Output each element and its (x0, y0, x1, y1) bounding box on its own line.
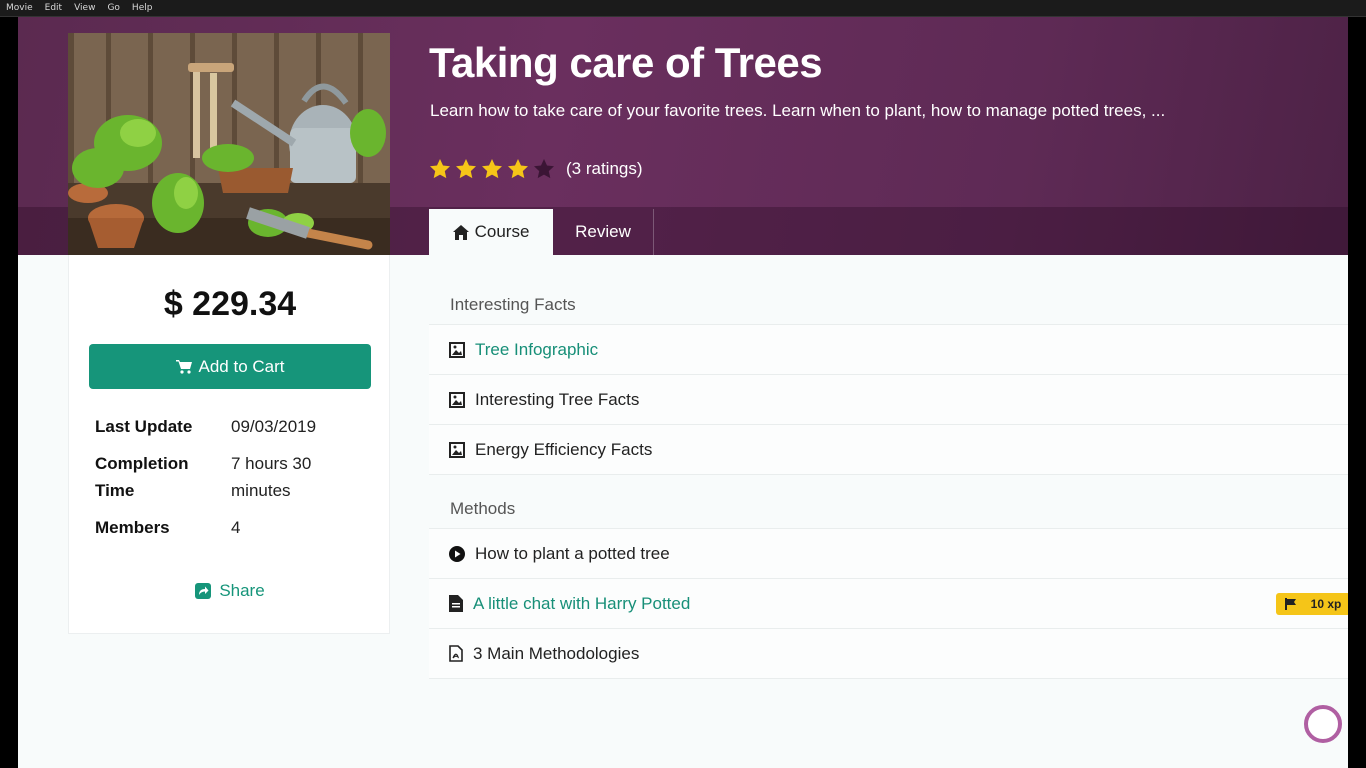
item-label[interactable]: Tree Infographic (475, 340, 598, 360)
purchase-card: $ 229.34 Add to Cart Last Update 09/03/2… (68, 255, 390, 634)
rating-count: (3 ratings) (566, 159, 643, 178)
menu-movie[interactable]: Movie (6, 3, 33, 13)
window-edge (1348, 17, 1366, 768)
tab-review-label: Review (575, 222, 631, 241)
section-title-interesting-facts: Interesting Facts (450, 295, 576, 314)
cart-icon (175, 360, 192, 374)
info-row: Completion Time 7 hours 30 minutes (95, 450, 375, 504)
course-info: Last Update 09/03/2019 Completion Time 7… (95, 413, 375, 551)
menu-edit[interactable]: Edit (45, 3, 62, 13)
image-icon (449, 441, 465, 458)
course-rating: (3 ratings) (428, 157, 643, 181)
system-menubar: Movie Edit View Go Help (0, 0, 1366, 17)
course-thumbnail (68, 33, 390, 255)
item-label: Energy Efficiency Facts (475, 439, 653, 459)
xp-badge-label: 10 xp (1310, 597, 1342, 611)
image-icon (449, 341, 465, 358)
share-button[interactable]: Share (69, 581, 391, 601)
section-title-methods: Methods (450, 499, 516, 518)
image-icon (449, 391, 465, 408)
item-label: Interesting Tree Facts (475, 389, 640, 409)
info-value-completion-time: 7 hours 30 minutes (231, 454, 312, 500)
info-row: Members 4 (95, 514, 375, 541)
play-icon (449, 545, 465, 562)
course-page: Taking care of Trees Learn how to take c… (18, 17, 1348, 768)
course-tabs: Course Review (429, 209, 654, 255)
add-to-cart-button[interactable]: Add to Cart (89, 344, 371, 389)
info-label-members: Members (95, 518, 170, 537)
info-row: Last Update 09/03/2019 (95, 413, 375, 440)
star-filled-icon (506, 157, 530, 181)
home-icon (452, 224, 469, 240)
star-filled-icon (454, 157, 478, 181)
list-item[interactable]: How to plant a potted tree (429, 529, 1348, 579)
tab-review[interactable]: Review (553, 209, 654, 255)
item-label: 3 Main Methodologies (473, 643, 640, 663)
star-empty-icon (532, 157, 556, 181)
info-label-last-update: Last Update (95, 417, 193, 436)
tab-course[interactable]: Course (429, 209, 553, 255)
list-item[interactable]: A little chat with Harry Potted 10 xp (429, 579, 1348, 629)
list-item[interactable]: Energy Efficiency Facts (429, 425, 1348, 475)
menu-help[interactable]: Help (132, 3, 153, 13)
star-filled-icon (428, 157, 452, 181)
share-label: Share (219, 581, 265, 600)
section-list-methods: How to plant a potted tree A little chat… (429, 528, 1348, 679)
course-title: Taking care of Trees (429, 39, 823, 86)
info-label-completion-time: Completion Time (95, 454, 189, 500)
info-value-members: 4 (231, 518, 241, 537)
tab-course-label: Course (474, 222, 530, 241)
course-price: $ 229.34 (163, 285, 297, 323)
list-item[interactable]: Interesting Tree Facts (429, 375, 1348, 425)
list-item[interactable]: 3 Main Methodologies (429, 629, 1348, 679)
add-to-cart-label: Add to Cart (198, 356, 285, 376)
info-value-last-update: 09/03/2019 (231, 417, 317, 436)
item-label: How to plant a potted tree (475, 543, 670, 563)
course-description: Learn how to take care of your favorite … (430, 101, 1166, 120)
menu-go[interactable]: Go (107, 3, 119, 13)
star-filled-icon (480, 157, 504, 181)
document-icon (449, 595, 463, 612)
xp-badge: 10 xp (1276, 593, 1348, 615)
pdf-icon (449, 645, 463, 662)
share-icon (195, 583, 212, 599)
section-list-interesting-facts: Tree Infographic Interesting Tree Facts … (429, 324, 1348, 475)
course-hero: Taking care of Trees Learn how to take c… (18, 17, 1348, 255)
item-label[interactable]: A little chat with Harry Potted (473, 594, 690, 614)
menu-view[interactable]: View (74, 3, 95, 13)
floating-circle-button[interactable] (1304, 705, 1342, 743)
flag-icon (1284, 598, 1296, 610)
list-item[interactable]: Tree Infographic (429, 325, 1348, 375)
